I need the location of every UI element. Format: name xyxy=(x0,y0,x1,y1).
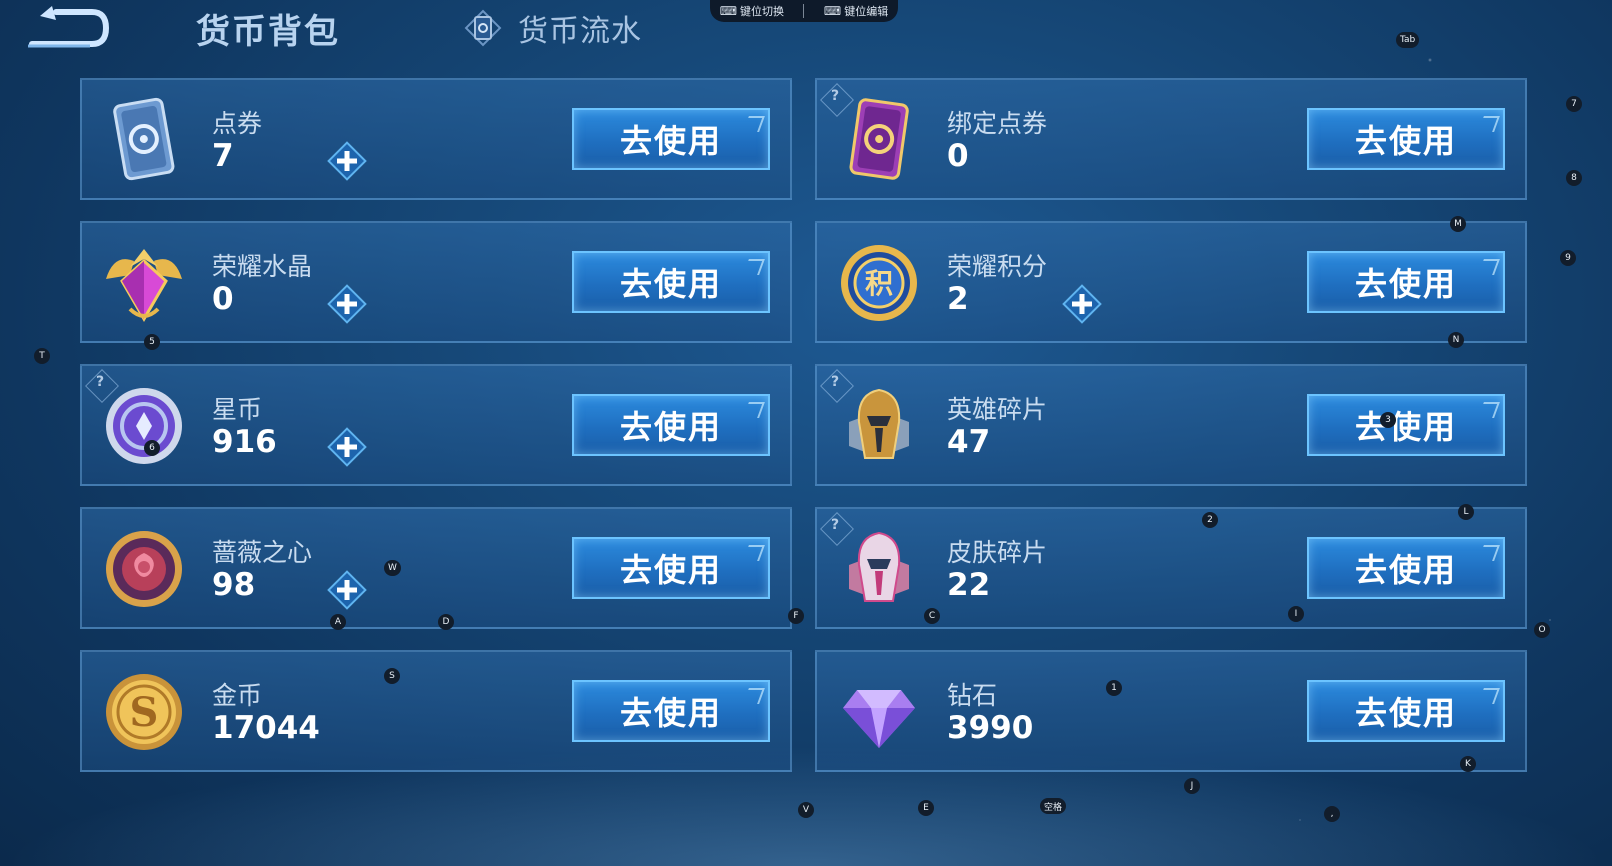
use-button-rose-heart[interactable]: 去使用 xyxy=(572,537,770,599)
currency-name: 绑定点券 xyxy=(947,109,1048,138)
key-hint: 空格 xyxy=(1040,798,1067,814)
key-hint: A xyxy=(330,614,346,630)
key-hint: L xyxy=(1458,504,1474,520)
key-mapping-bar: ⌨ 键位切换 ⌨ 键位编辑 xyxy=(710,0,898,22)
back-button[interactable] xyxy=(26,6,110,50)
add-star-coin-button[interactable] xyxy=(326,426,368,468)
key-hint: 9 xyxy=(1560,250,1576,266)
gamepad-icon: ⌨ xyxy=(719,4,738,18)
tab-currency-flow-label: 货币流水 xyxy=(518,14,642,49)
currency-card-bound-coupon: ? 绑定点券 0 去使用 xyxy=(815,78,1527,200)
currency-name: 星币 xyxy=(212,395,263,424)
key-hint: V xyxy=(798,802,814,818)
key-hint: D xyxy=(438,614,454,630)
bound-coupon-icon xyxy=(849,98,909,180)
currency-name: 荣耀积分 xyxy=(947,252,1048,281)
back-arrow-icon xyxy=(28,6,110,48)
use-button-hero-shard[interactable]: 去使用 xyxy=(1307,394,1505,456)
key-edit-label: 键位编辑 xyxy=(844,5,889,18)
key-hint: E xyxy=(918,800,934,816)
svg-text:S: S xyxy=(130,689,159,736)
currency-card-glory-crystal: 荣耀水晶 0 去使用 xyxy=(80,221,792,343)
use-button-diamond[interactable]: 去使用 xyxy=(1307,680,1505,742)
key-hint: 2 xyxy=(1202,512,1218,528)
add-glory-points-button[interactable] xyxy=(1061,283,1103,325)
key-edit-button[interactable]: ⌨ 键位编辑 xyxy=(824,3,888,19)
currency-value: 3990 xyxy=(947,710,1034,746)
gold-coin-icon: S xyxy=(106,674,182,750)
currency-name: 点券 xyxy=(212,109,263,138)
key-switch-button[interactable]: ⌨ 键位切换 xyxy=(720,3,784,19)
key-hint: 7 xyxy=(1566,96,1582,112)
topbar-divider xyxy=(803,4,805,18)
currency-value: 22 xyxy=(947,567,991,603)
gamepad-icon: ⌨ xyxy=(823,4,842,18)
add-rose-heart-button[interactable] xyxy=(326,569,368,611)
currency-value: 17044 xyxy=(212,710,320,746)
key-hint: 6 xyxy=(144,440,160,456)
key-hint: M xyxy=(1450,216,1466,232)
diamond-icon xyxy=(843,690,915,748)
use-button-star-coin[interactable]: 去使用 xyxy=(572,394,770,456)
currency-card-rose-heart: 蔷薇之心 98 去使用 xyxy=(80,507,792,629)
currency-name: 金币 xyxy=(212,681,263,710)
currency-name: 英雄碎片 xyxy=(947,395,1048,424)
currency-name: 皮肤碎片 xyxy=(947,538,1048,567)
currency-value: 2 xyxy=(947,281,969,317)
currency-card-glory-points: 积 荣耀积分 2 去使用 xyxy=(815,221,1527,343)
currency-card-coupon: 点券 7 去使用 xyxy=(80,78,792,200)
use-button-glory-points[interactable]: 去使用 xyxy=(1307,251,1505,313)
use-button-bound-coupon[interactable]: 去使用 xyxy=(1307,108,1505,170)
currency-value: 0 xyxy=(212,281,234,317)
key-hint: , xyxy=(1324,806,1340,822)
currency-card-star-coin: ? 星币 916 去使用 xyxy=(80,364,792,486)
key-hint: N xyxy=(1448,332,1464,348)
key-hint: 5 xyxy=(144,334,160,350)
use-button-gold-coin[interactable]: 去使用 xyxy=(572,680,770,742)
use-button-skin-shard[interactable]: 去使用 xyxy=(1307,537,1505,599)
key-hint: O xyxy=(1534,622,1550,638)
currency-value: 47 xyxy=(947,424,991,460)
star-coin-icon xyxy=(106,388,182,464)
key-hint: F xyxy=(788,608,804,624)
currency-value: 916 xyxy=(212,424,277,460)
currency-card-diamond: 钻石 3990 去使用 xyxy=(815,650,1527,772)
key-hint: 3 xyxy=(1380,412,1396,428)
glory-points-icon: 积 xyxy=(841,245,917,321)
currency-card-gold-coin: S 金币 17044 去使用 xyxy=(80,650,792,772)
key-hint: Tab xyxy=(1396,32,1420,48)
glory-crystal-icon xyxy=(106,249,182,322)
svg-text:积: 积 xyxy=(865,267,893,300)
coupon-icon xyxy=(113,97,175,181)
key-switch-label: 键位切换 xyxy=(740,5,785,18)
key-hint: I xyxy=(1288,606,1304,622)
currency-value: 0 xyxy=(947,138,969,174)
key-hint: K xyxy=(1460,756,1476,772)
key-hint: C xyxy=(924,608,940,624)
use-button-glory-crystal[interactable]: 去使用 xyxy=(572,251,770,313)
tab-currency-flow[interactable]: 货币流水 xyxy=(462,6,642,50)
key-hint: S xyxy=(384,668,400,684)
use-button-coupon[interactable]: 去使用 xyxy=(572,108,770,170)
hero-shard-icon xyxy=(849,388,909,459)
key-hint: J xyxy=(1184,778,1200,794)
currency-name: 荣耀水晶 xyxy=(212,252,313,281)
key-hint: W xyxy=(384,560,401,576)
key-hint: T xyxy=(34,348,50,364)
currency-flow-icon xyxy=(464,9,502,47)
add-coupon-button[interactable] xyxy=(326,140,368,182)
key-hint: 8 xyxy=(1566,170,1582,186)
currency-value: 98 xyxy=(212,567,256,603)
currency-name: 蔷薇之心 xyxy=(212,538,313,567)
rose-heart-icon xyxy=(106,531,182,607)
currency-card-hero-shard: ? 英雄碎片 47 去使用 xyxy=(815,364,1527,486)
key-hint: 1 xyxy=(1106,680,1122,696)
currency-card-skin-shard: ? 皮肤碎片 22 去使用 xyxy=(815,507,1527,629)
currency-value: 7 xyxy=(212,138,234,174)
skin-shard-icon xyxy=(849,531,909,602)
page-title: 货币背包 xyxy=(196,12,340,52)
currency-name: 钻石 xyxy=(947,681,998,710)
add-glory-crystal-button[interactable] xyxy=(326,283,368,325)
